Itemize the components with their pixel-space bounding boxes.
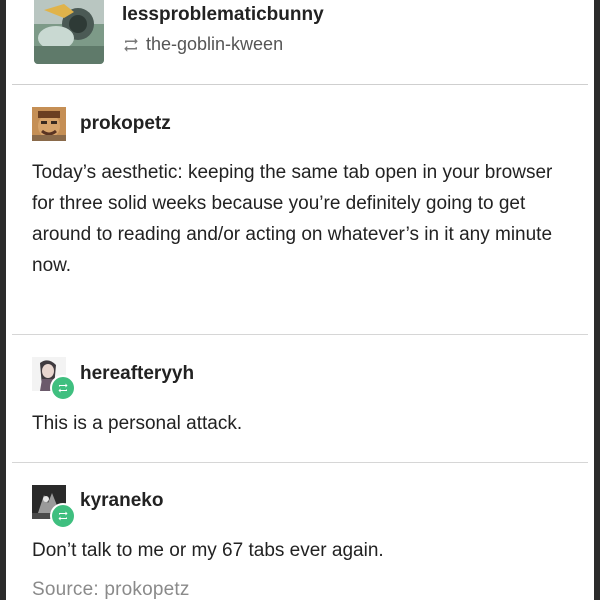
reblogger-avatar[interactable] bbox=[34, 0, 104, 64]
avatar[interactable] bbox=[32, 107, 66, 141]
post-text: Today’s aesthetic: keeping the same tab … bbox=[32, 162, 553, 276]
reblog-icon bbox=[124, 37, 138, 52]
post-hereafteryyh: hereafteryyh This is a personal attack. bbox=[12, 335, 588, 463]
avatar[interactable] bbox=[32, 357, 76, 401]
post-username[interactable]: kyraneko bbox=[80, 490, 163, 512]
source-link[interactable]: Source: prokopetz bbox=[32, 579, 190, 600]
post-text: Don’t talk to me or my 67 tabs ever agai… bbox=[32, 540, 384, 561]
screenshot-frame: lessproblematicbunny the-goblin-kween pr… bbox=[0, 0, 600, 600]
reblog-header: lessproblematicbunny the-goblin-kween bbox=[12, 0, 588, 85]
avatar[interactable] bbox=[32, 485, 76, 529]
post-username[interactable]: prokopetz bbox=[80, 113, 171, 135]
reblogged-from-username[interactable]: the-goblin-kween bbox=[146, 34, 283, 55]
reblog-badge-icon bbox=[50, 375, 76, 401]
reblogged-from: the-goblin-kween bbox=[122, 34, 283, 55]
post-prokopetz: prokopetz Today’s aesthetic: keeping the… bbox=[12, 85, 588, 335]
post-username[interactable]: hereafteryyh bbox=[80, 363, 194, 385]
reblog-badge-icon bbox=[50, 503, 76, 529]
post-text: This is a personal attack. bbox=[32, 413, 243, 434]
post-kyraneko: kyraneko Don’t talk to me or my 67 tabs … bbox=[12, 463, 588, 600]
reblogger-username[interactable]: lessproblematicbunny bbox=[122, 4, 324, 26]
